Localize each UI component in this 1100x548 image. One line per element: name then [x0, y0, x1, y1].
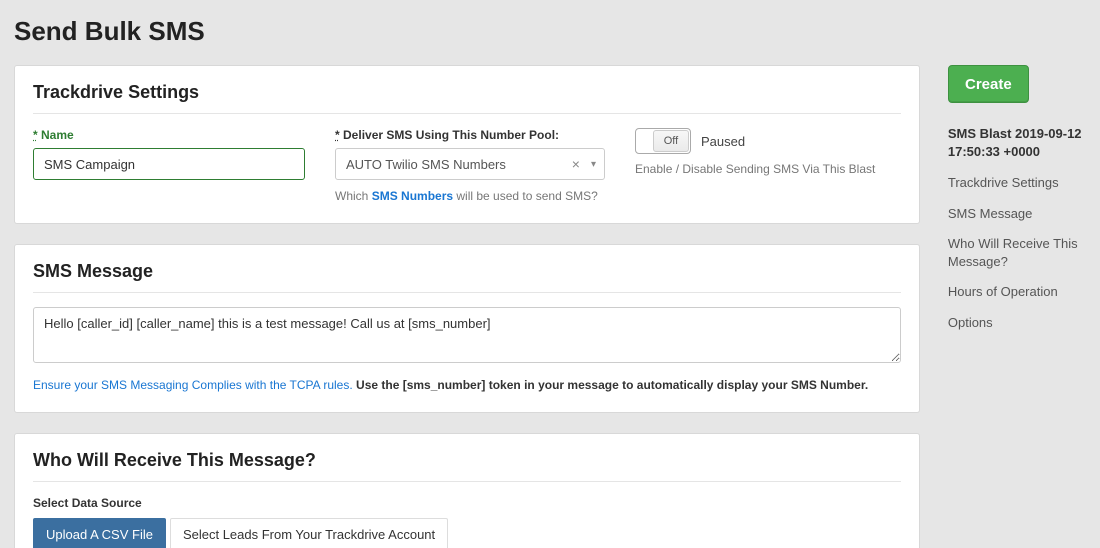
sidebar-link-sms-message[interactable]: SMS Message [948, 205, 1086, 223]
number-pool-select[interactable]: AUTO Twilio SMS Numbers × ▾ [335, 148, 605, 180]
heading-recipients: Who Will Receive This Message? [33, 450, 901, 482]
label-number-pool-text: Deliver SMS Using This Number Pool: [343, 128, 559, 142]
name-input[interactable] [33, 148, 305, 180]
pool-help-post: will be used to send SMS? [453, 189, 598, 203]
label-name-text: Name [41, 128, 74, 142]
page-title: Send Bulk SMS [0, 0, 1100, 65]
tab-select-leads[interactable]: Select Leads From Your Trackdrive Accoun… [170, 518, 448, 548]
pool-help-pre: Which [335, 189, 372, 203]
tab-upload-csv[interactable]: Upload A CSV File [33, 518, 166, 548]
sidebar-link-hours[interactable]: Hours of Operation [948, 283, 1086, 301]
toggle-state-label: Paused [701, 134, 745, 149]
clear-icon[interactable]: × [566, 156, 586, 172]
sms-numbers-link[interactable]: SMS Numbers [372, 189, 453, 203]
enable-toggle[interactable]: Off [635, 128, 691, 154]
sidebar-link-trackdrive-settings[interactable]: Trackdrive Settings [948, 174, 1086, 192]
card-recipients: Who Will Receive This Message? Select Da… [14, 433, 920, 548]
card-sms-message: SMS Message Ensure your SMS Messaging Co… [14, 244, 920, 413]
label-number-pool: * Deliver SMS Using This Number Pool: [335, 128, 605, 142]
sidebar-title: SMS Blast 2019-09-12 17:50:33 +0000 [948, 125, 1086, 160]
tcpa-link[interactable]: Ensure your SMS Messaging Complies with … [33, 378, 353, 392]
toggle-help-text: Enable / Disable Sending SMS Via This Bl… [635, 162, 901, 176]
label-name: * Name [33, 128, 305, 142]
sidebar-link-recipients[interactable]: Who Will Receive This Message? [948, 235, 1086, 270]
number-pool-value: AUTO Twilio SMS Numbers [346, 157, 566, 172]
compliance-bold: Use the [sms_number] token in your messa… [356, 378, 868, 392]
create-button[interactable]: Create [948, 65, 1029, 103]
card-trackdrive-settings: Trackdrive Settings * Name * Deliver SMS… [14, 65, 920, 224]
sidebar-link-options[interactable]: Options [948, 314, 1086, 332]
toggle-knob: Off [653, 130, 689, 152]
heading-sms-message: SMS Message [33, 261, 901, 293]
label-data-source: Select Data Source [33, 496, 901, 510]
compliance-note: Ensure your SMS Messaging Complies with … [33, 376, 901, 394]
message-textarea[interactable] [33, 307, 901, 363]
chevron-down-icon[interactable]: ▾ [586, 159, 596, 170]
number-pool-help: Which SMS Numbers will be used to send S… [335, 188, 605, 205]
heading-trackdrive-settings: Trackdrive Settings [33, 82, 901, 114]
